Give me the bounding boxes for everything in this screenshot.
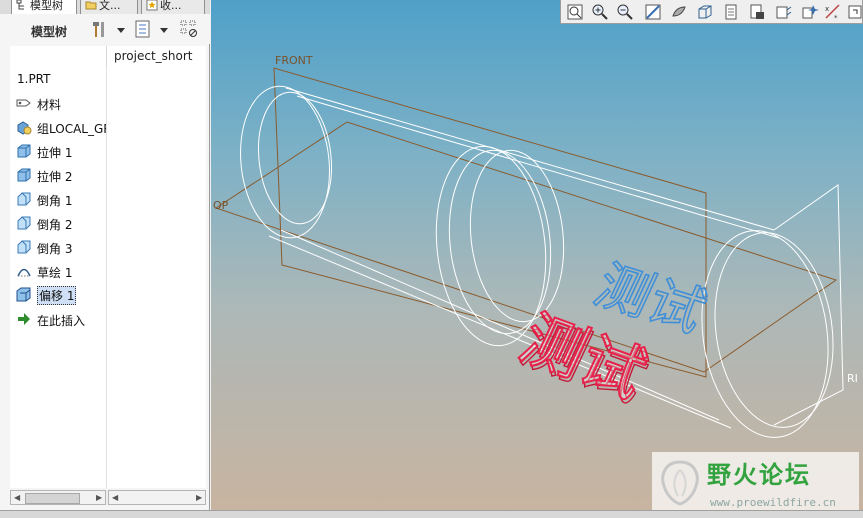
extrude-icon — [17, 168, 31, 182]
graphics-window[interactable]: FRONT OP RI 测试 测试 测试 — [211, 0, 863, 510]
right-plane-label: RI — [847, 372, 858, 385]
chamfer-icon — [17, 240, 31, 254]
tree-item-chamfer-1[interactable]: 倒角 1 — [10, 188, 106, 210]
model-tree-panel: 模型树 文... 收... 模型树 project_short 1.PRT 材料… — [0, 0, 210, 518]
scroll-right-icon[interactable]: ▶ — [196, 494, 202, 502]
column-divider-line — [106, 66, 107, 488]
tree-item-label: 拉伸 2 — [37, 170, 73, 184]
svg-text:*: * — [834, 14, 838, 22]
zoom-in-icon[interactable] — [590, 2, 610, 22]
model-tree-toolbar: 模型树 — [0, 14, 210, 44]
view-manager-icon[interactable] — [747, 2, 767, 22]
tree-item-insert-here[interactable]: 在此插入 — [10, 308, 106, 330]
layers-icon[interactable] — [721, 2, 741, 22]
model-wireframe[interactable]: FRONT OP RI 测试 测试 测试 — [211, 0, 863, 510]
tree-item-label: 倒角 1 — [37, 194, 73, 208]
tree-item-extrude-2[interactable]: 拉伸 2 — [10, 164, 106, 186]
tree-item-label: 拉伸 1 — [37, 146, 73, 160]
scrollbar-thumb[interactable] — [25, 493, 80, 504]
tree-item-extrude-1[interactable]: 拉伸 1 — [10, 140, 106, 162]
watermark-url: www.proewildfire.cn — [710, 496, 836, 509]
column-divider[interactable] — [106, 46, 107, 66]
chevron-down-icon[interactable] — [160, 28, 168, 34]
scroll-right-icon[interactable]: ▶ — [96, 494, 102, 502]
tree-item-label: 倒角 3 — [37, 242, 73, 256]
right-datum-plane — [773, 184, 844, 426]
navigator-tabbar: 模型树 文... 收... — [0, 0, 210, 14]
annotation-display-icon[interactable]: x* — [823, 2, 843, 22]
tree-item-sketch-1[interactable]: 草绘 1 — [10, 260, 106, 282]
watermark-title: 野火论坛 — [707, 461, 811, 489]
tree-item-chamfer-3[interactable]: 倒角 3 — [10, 236, 106, 258]
tree-item-label: 草绘 1 — [37, 266, 73, 280]
scroll-left-icon[interactable]: ◀ — [14, 494, 20, 502]
model-tree: 1.PRT 材料 组LOCAL_GR 拉伸 1 拉伸 2 倒角 1 倒角 2 倒… — [10, 66, 206, 488]
tree-item-material[interactable]: 材料 — [10, 92, 106, 114]
tree-item-label: 组LOCAL_GR — [37, 122, 106, 136]
chamfer-icon — [17, 216, 31, 230]
repaint-icon[interactable] — [643, 2, 663, 22]
tree-column-header: project_short — [10, 46, 206, 67]
tree-item-label: 偏移 1 — [37, 286, 77, 305]
forum-logo-icon — [661, 460, 699, 506]
tab-label: 收... — [160, 0, 182, 12]
tab-label: 文... — [99, 0, 121, 12]
datum-point-icon[interactable] — [845, 2, 863, 22]
chevron-down-icon[interactable] — [117, 28, 125, 34]
datum-display-icon[interactable] — [773, 2, 793, 22]
tab-label: 模型树 — [30, 0, 63, 12]
tab-favorites[interactable]: 收... — [141, 0, 205, 14]
status-bar — [0, 510, 863, 518]
display-style-icon[interactable] — [669, 2, 689, 22]
horizontal-scrollbar-left[interactable]: ◀ ▶ — [10, 490, 106, 505]
forum-watermark: 野火论坛 www.proewildfire.cn — [652, 452, 859, 513]
zoom-out-icon[interactable] — [615, 2, 635, 22]
settings-tools-icon[interactable] — [90, 19, 108, 39]
group-icon — [17, 121, 32, 135]
insert-arrow-icon — [18, 313, 30, 325]
tab-model-tree[interactable]: 模型树 — [11, 0, 77, 14]
refit-icon[interactable] — [565, 2, 585, 22]
top-plane-label: OP — [213, 199, 229, 212]
offset-icon — [16, 287, 31, 302]
horizontal-scrollbar-right[interactable]: ◀ ▶ — [108, 490, 206, 505]
svg-text:x: x — [825, 5, 829, 13]
folder-icon — [85, 1, 97, 10]
chamfer-icon — [17, 192, 31, 206]
tree-item-label: 1.PRT — [17, 72, 51, 86]
sketch-icon — [17, 268, 31, 277]
tree-item-label: 倒角 2 — [37, 218, 73, 232]
model-tree-title: 模型树 — [31, 25, 68, 39]
spin-center-icon[interactable] — [799, 2, 819, 22]
show-list-icon[interactable] — [134, 19, 152, 39]
tree-item-label: 材料 — [37, 98, 62, 112]
tree-item-label: 在此插入 — [37, 314, 86, 328]
tree-filter-icon[interactable] — [180, 19, 198, 39]
tree-root-part[interactable]: 1.PRT — [10, 68, 106, 90]
tree-horizontal-scrollbars: ◀ ▶ ◀ ▶ — [10, 490, 206, 505]
tree-item-group[interactable]: 组LOCAL_GR — [10, 116, 106, 138]
favorites-icon — [146, 0, 158, 11]
saved-views-icon[interactable] — [695, 2, 715, 22]
column-header-project-short[interactable]: project_short — [114, 49, 193, 63]
material-icon — [16, 99, 31, 107]
tab-folder-browser[interactable]: 文... — [80, 0, 138, 14]
extrude-icon — [17, 144, 31, 158]
front-datum-plane — [273, 67, 707, 378]
cylinder-wireframe — [240, 85, 834, 438]
tree-item-chamfer-2[interactable]: 倒角 2 — [10, 212, 106, 234]
view-toolbar: x * — [560, 0, 863, 24]
scroll-left-icon[interactable]: ◀ — [112, 494, 118, 502]
model-tree-tab-icon — [16, 0, 24, 10]
front-plane-label: FRONT — [275, 54, 313, 67]
tree-item-offset-1[interactable]: 偏移 1 — [10, 284, 106, 306]
